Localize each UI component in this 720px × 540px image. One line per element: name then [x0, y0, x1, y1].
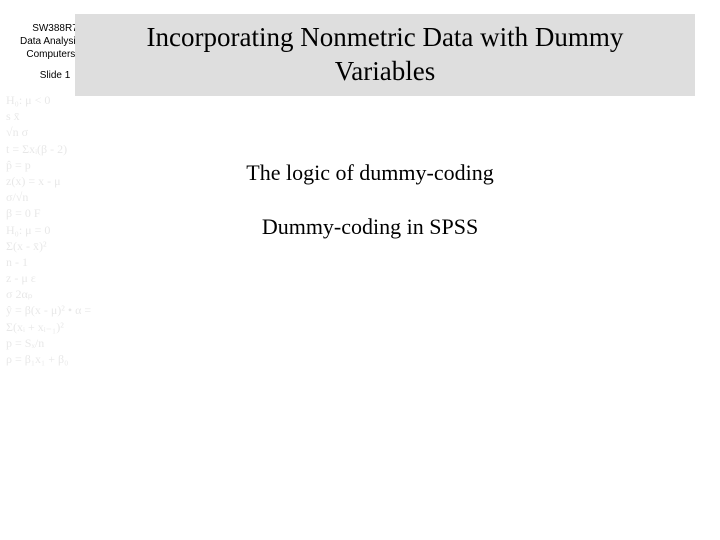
body-line-1: The logic of dummy-coding [120, 160, 620, 186]
decorative-formula-background: H₀: μ < 0 s x̄ √n σt = Σxᵢ(β - 2)p̂ = pz… [6, 92, 91, 512]
body-content: The logic of dummy-coding Dummy-coding i… [120, 160, 620, 268]
slide-title: Incorporating Nonmetric Data with Dummy … [105, 21, 665, 89]
body-line-2: Dummy-coding in SPSS [120, 214, 620, 240]
title-bar: Incorporating Nonmetric Data with Dummy … [75, 14, 695, 96]
